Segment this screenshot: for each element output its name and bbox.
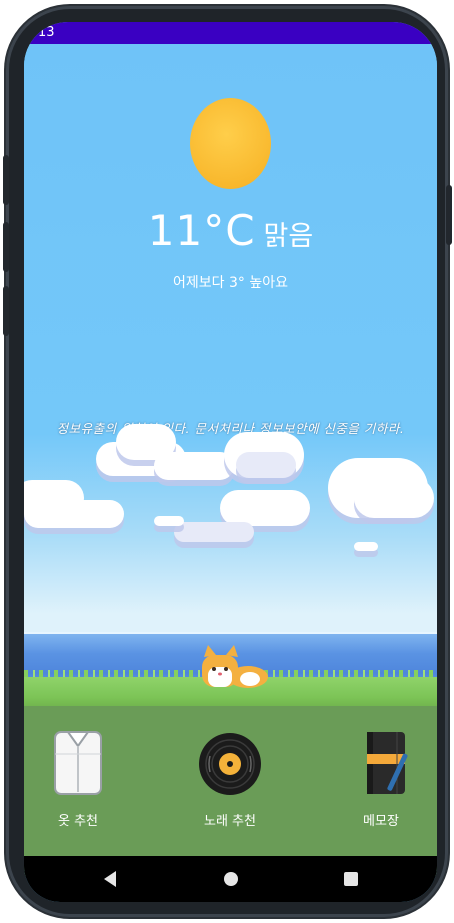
cloud	[354, 478, 434, 518]
status-bar: 13	[24, 22, 437, 44]
weather-condition: 맑음	[263, 221, 314, 252]
cloud	[24, 500, 124, 528]
side-button-left-1	[3, 155, 9, 205]
temperature-comparison: 어제보다 3° 높아요	[173, 275, 288, 291]
sun-icon	[190, 98, 271, 189]
cloud	[154, 452, 234, 480]
weather-summary: 11°C 맑음	[24, 206, 437, 255]
navigation-bar	[24, 856, 437, 902]
back-icon[interactable]	[104, 871, 116, 887]
memo-label: 메모장	[363, 814, 399, 829]
shirt-icon	[54, 731, 102, 795]
cloud	[174, 522, 254, 542]
home-icon[interactable]	[224, 872, 238, 886]
cloud	[354, 542, 378, 551]
side-button-right	[446, 185, 452, 245]
notebook-pen-icon	[367, 732, 408, 794]
music-recommend-label: 노래 추천	[204, 814, 256, 829]
status-time: 13	[38, 25, 55, 40]
side-button-left-2	[3, 222, 9, 272]
fortune-banner: 정보유출의 위험이 있다. 문서처리나 정보보안에 신중을 기하라.	[56, 421, 405, 436]
vinyl-record-icon	[199, 733, 261, 795]
side-button-left-3	[3, 286, 9, 336]
cloud	[220, 490, 310, 526]
cloud	[236, 452, 296, 478]
clothes-recommend-label: 옷 추천	[57, 814, 98, 829]
temperature: 11°C	[147, 206, 256, 255]
recent-apps-icon[interactable]	[344, 872, 358, 886]
cat-icon	[202, 645, 268, 688]
cloud	[154, 516, 184, 526]
app-screen: 13 11°C 맑음 어제보다 3° 높아요 정보유출의 위험이 있다. 문서처리…	[24, 22, 437, 902]
